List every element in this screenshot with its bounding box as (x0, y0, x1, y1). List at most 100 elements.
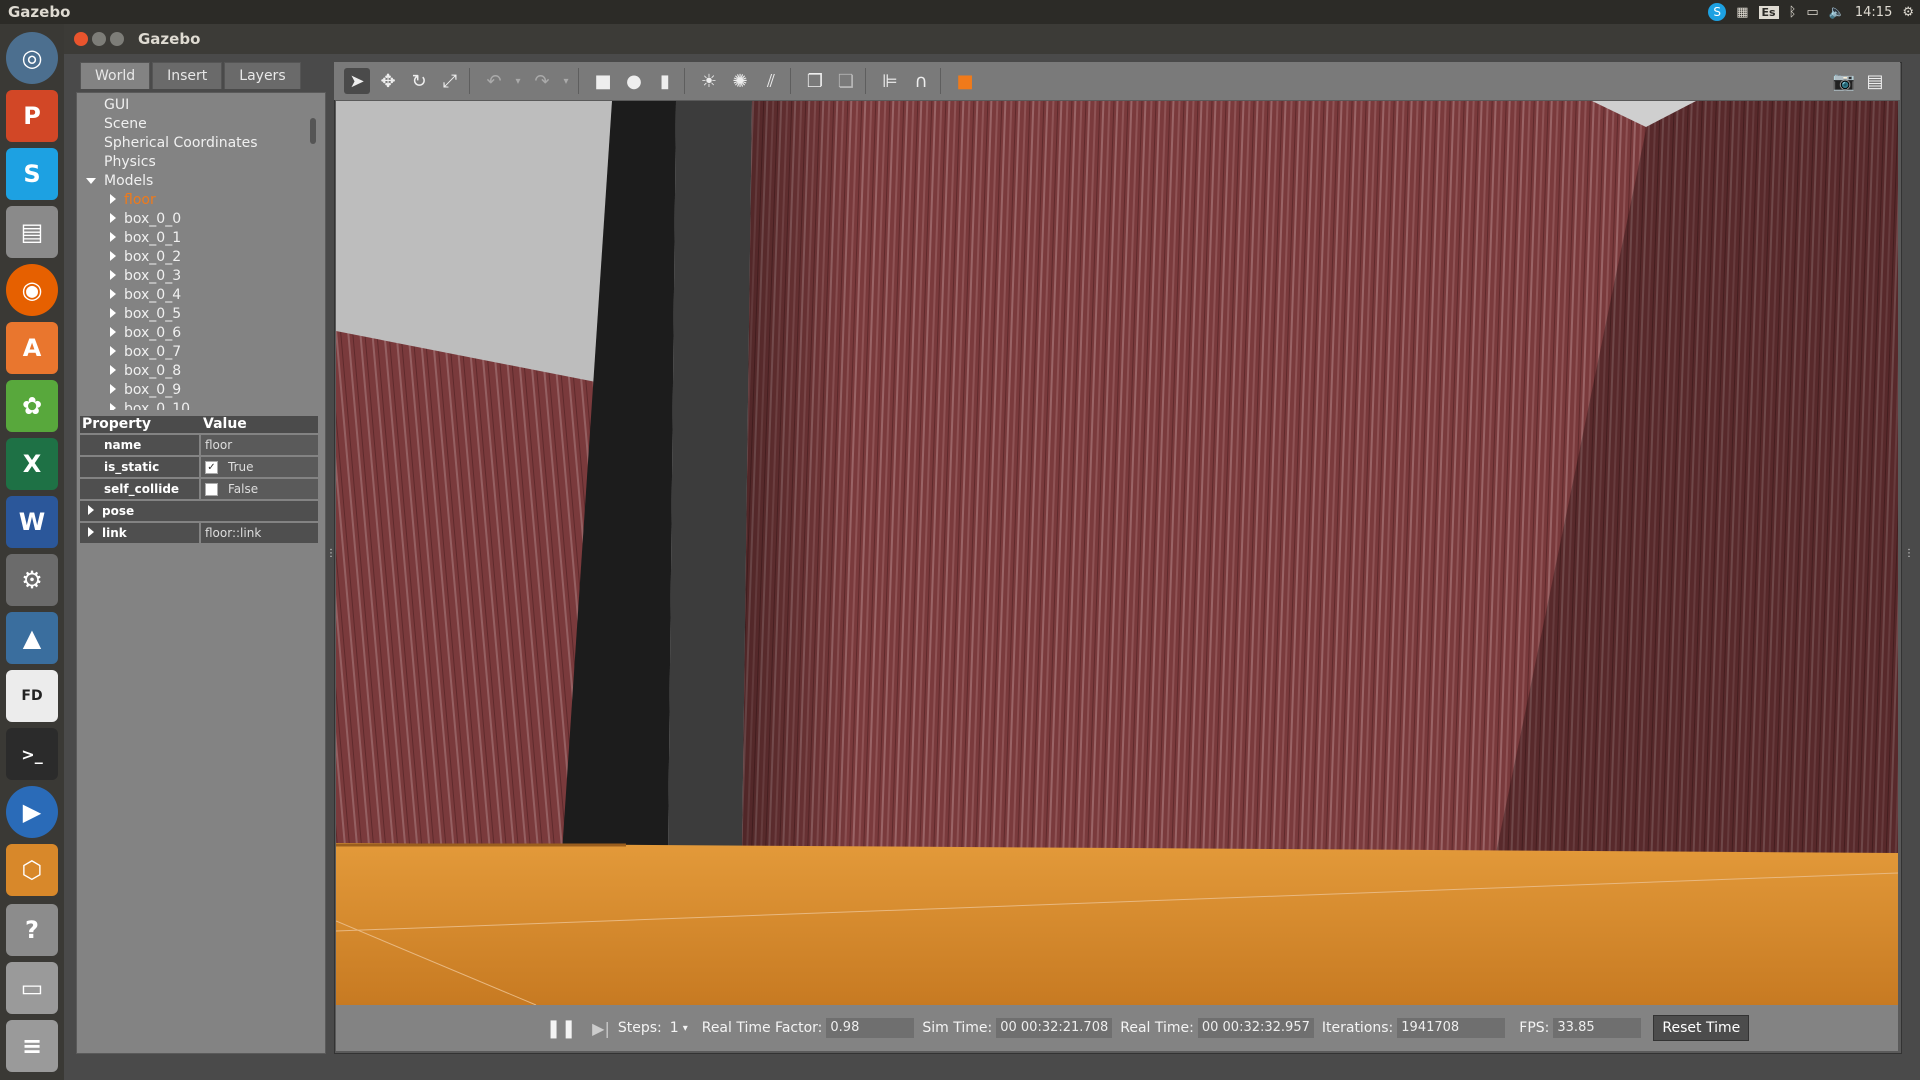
align-icon[interactable]: ⊫ (877, 68, 903, 94)
collapsed-arrow-icon[interactable] (110, 251, 116, 261)
screenshot-icon[interactable]: 📷 (1831, 68, 1857, 94)
tree-item-physics[interactable]: Physics (104, 153, 156, 172)
pause-icon[interactable]: ❚❚ (546, 1018, 576, 1039)
matlab-icon[interactable]: ▲ (6, 612, 58, 664)
rotate-icon[interactable]: ↻ (406, 68, 432, 94)
firefox-icon[interactable]: ◉ (6, 264, 58, 316)
collapsed-arrow-icon[interactable] (88, 505, 94, 515)
tree-item-scene[interactable]: Scene (104, 115, 147, 134)
collapsed-arrow-icon[interactable] (110, 213, 116, 223)
tree-scrollbar[interactable] (310, 118, 316, 144)
log-icon[interactable]: ▤ (1862, 68, 1888, 94)
tree-item-box[interactable]: box_0_10 (110, 400, 190, 410)
redo-history-dropdown-icon[interactable]: ▾ (560, 68, 572, 94)
tree-item-box[interactable]: box_0_2 (110, 248, 181, 267)
help-icon[interactable]: ? (6, 904, 58, 956)
panel-splitter-handle[interactable]: ⋮ (326, 549, 336, 566)
skype-tray-icon[interactable]: S (1708, 3, 1727, 21)
collapsed-arrow-icon[interactable] (110, 270, 116, 280)
tree-item-box[interactable]: box_0_8 (110, 362, 181, 381)
system-settings-icon[interactable]: ⚙ (6, 554, 58, 606)
tab-layers[interactable]: Layers (224, 62, 301, 89)
drive-icon[interactable]: ▭ (6, 962, 58, 1014)
view-angle-icon[interactable]: ■ (952, 68, 978, 94)
collapsed-arrow-icon[interactable] (110, 403, 116, 410)
software-center-icon[interactable]: A (6, 322, 58, 374)
steps-dropdown-icon[interactable]: ▾ (683, 1023, 688, 1034)
step-icon[interactable]: ▶| (592, 1019, 610, 1038)
terminal-icon[interactable]: >_ (6, 728, 58, 780)
collapsed-arrow-icon[interactable] (110, 327, 116, 337)
copy-icon[interactable]: ❐ (802, 68, 828, 94)
collapsed-arrow-icon[interactable] (110, 365, 116, 375)
3d-viewport[interactable] (336, 101, 1898, 1005)
collapsed-arrow-icon[interactable] (110, 232, 116, 242)
gazebo-app-icon[interactable]: ⬡ (6, 844, 58, 896)
collapsed-arrow-icon[interactable] (110, 194, 116, 204)
file-manager-icon[interactable]: ▤ (6, 206, 58, 258)
tree-item-gui[interactable]: GUI (104, 96, 129, 115)
powerpoint-icon[interactable]: P (6, 90, 58, 142)
tab-insert[interactable]: Insert (152, 62, 223, 89)
point-light-icon[interactable]: ☀ (696, 68, 722, 94)
tree-item-box[interactable]: box_0_1 (110, 229, 181, 248)
tree-item-box[interactable]: box_0_6 (110, 324, 181, 343)
property-value-input[interactable]: floor (201, 435, 318, 455)
tree-item-box[interactable]: box_0_0 (110, 210, 181, 229)
undo-history-dropdown-icon[interactable]: ▾ (512, 68, 524, 94)
collapsed-arrow-icon[interactable] (110, 346, 116, 356)
tree-item-models[interactable]: Models (86, 172, 153, 191)
reset-time-button[interactable]: Reset Time (1653, 1015, 1750, 1041)
scale-icon[interactable]: ⤢ (437, 68, 463, 94)
property-row-link[interactable]: link floor::link (80, 523, 318, 543)
select-arrow-icon[interactable]: ➤ (344, 68, 370, 94)
redo-icon[interactable]: ↷ (529, 68, 555, 94)
collapsed-arrow-icon[interactable] (88, 527, 94, 537)
tree-item-box[interactable]: box_0_3 (110, 267, 181, 286)
spot-light-icon[interactable]: ✺ (727, 68, 753, 94)
tab-world[interactable]: World (80, 62, 151, 89)
pinwheel-app-icon[interactable]: ✿ (6, 380, 58, 432)
expanded-arrow-icon[interactable] (86, 178, 96, 184)
ubuntu-dash-icon[interactable]: ◎ (6, 32, 58, 84)
bluetooth-icon[interactable]: ᛒ (1789, 5, 1797, 20)
box-shape-icon[interactable]: ■ (590, 68, 616, 94)
settings-gear-icon[interactable]: ⚙ (1902, 5, 1914, 20)
wall-shadow (742, 101, 856, 853)
trash-icon[interactable]: ≡ (6, 1020, 58, 1072)
workspaces-icon[interactable]: ▦ (1736, 5, 1748, 20)
steps-spinbox[interactable]: 1 (670, 1020, 679, 1036)
tree-item-box[interactable]: box_0_9 (110, 381, 181, 400)
keyboard-layout-indicator[interactable]: Es (1758, 5, 1779, 19)
media-player-icon[interactable]: ▶ (6, 786, 58, 838)
tree-item-box[interactable]: box_0_5 (110, 305, 181, 324)
tree-item-box[interactable]: box_0_7 (110, 343, 181, 362)
right-panel-splitter-handle[interactable]: ⋮ (1904, 549, 1914, 566)
minimize-window-button[interactable] (92, 32, 106, 46)
translate-icon[interactable]: ✥ (375, 68, 401, 94)
sphere-shape-icon[interactable]: ● (621, 68, 647, 94)
collapsed-arrow-icon[interactable] (110, 308, 116, 318)
volume-icon[interactable]: 🔈 (1829, 5, 1845, 20)
battery-icon[interactable]: ▭ (1806, 5, 1818, 20)
clock[interactable]: 14:15 (1855, 5, 1892, 20)
document-app-icon[interactable]: FD (6, 670, 58, 722)
skype-icon[interactable]: S (6, 148, 58, 200)
collapsed-arrow-icon[interactable] (110, 289, 116, 299)
self-collide-checkbox[interactable] (205, 482, 218, 496)
collapsed-arrow-icon[interactable] (110, 384, 116, 394)
cylinder-shape-icon[interactable]: ▮ (652, 68, 678, 94)
is-static-checkbox[interactable]: ✓ (205, 460, 218, 474)
property-row-pose[interactable]: pose (80, 501, 318, 521)
tree-item-floor[interactable]: floor (110, 191, 156, 210)
tree-item-box[interactable]: box_0_4 (110, 286, 181, 305)
excel-icon[interactable]: X (6, 438, 58, 490)
snap-icon[interactable]: ∩ (908, 68, 934, 94)
close-window-button[interactable] (74, 32, 88, 46)
paste-icon[interactable]: ❏ (833, 68, 859, 94)
undo-icon[interactable]: ↶ (481, 68, 507, 94)
tree-item-spherical-coordinates[interactable]: Spherical Coordinates (104, 134, 258, 153)
directional-light-icon[interactable]: ⫽ (758, 68, 784, 94)
maximize-window-button[interactable] (110, 32, 124, 46)
word-icon[interactable]: W (6, 496, 58, 548)
